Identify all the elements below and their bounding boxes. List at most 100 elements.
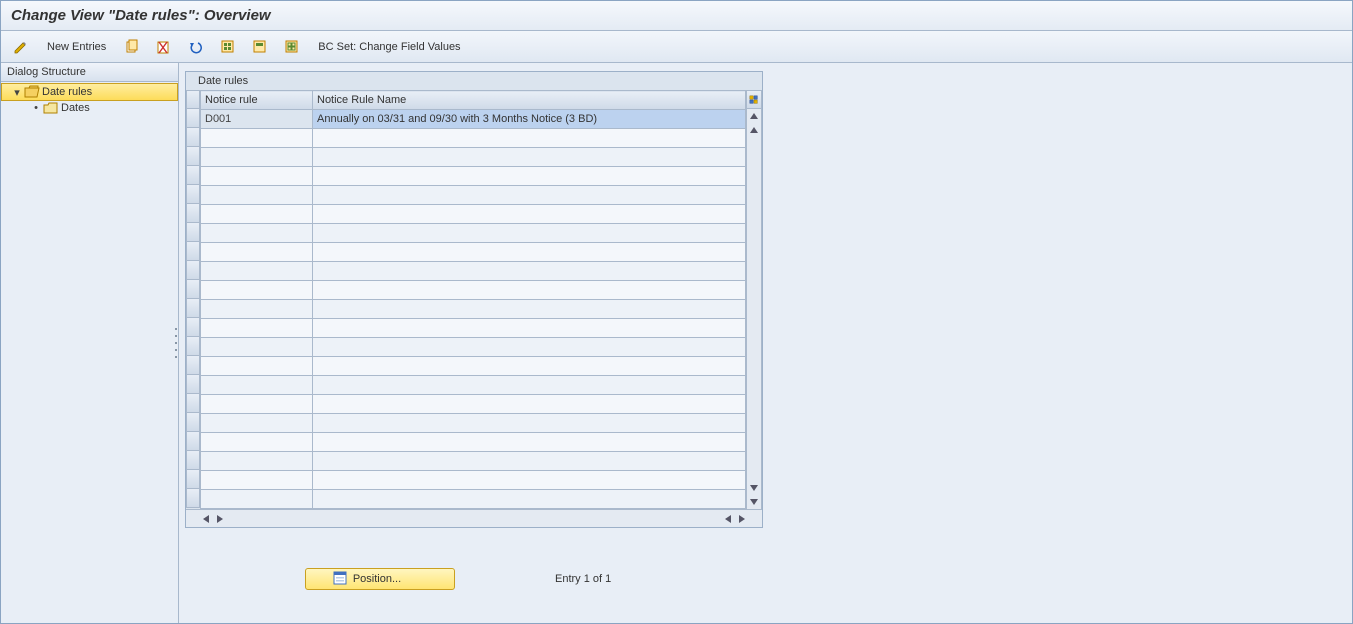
- cell-empty[interactable]: [313, 148, 746, 167]
- table-row[interactable]: [201, 129, 746, 148]
- row-selector[interactable]: [186, 337, 200, 356]
- row-selector[interactable]: [186, 470, 200, 489]
- table-row[interactable]: [201, 262, 746, 281]
- cell-empty[interactable]: [313, 300, 746, 319]
- new-entries-button[interactable]: New Entries: [41, 36, 112, 58]
- cell-empty[interactable]: [201, 300, 313, 319]
- scroll-up-icon[interactable]: [747, 109, 761, 123]
- cell-empty[interactable]: [201, 262, 313, 281]
- cell-empty[interactable]: [313, 433, 746, 452]
- row-selector[interactable]: [186, 204, 200, 223]
- row-selector[interactable]: [186, 223, 200, 242]
- cell-notice-rule[interactable]: D001: [201, 110, 313, 129]
- cell-empty[interactable]: [313, 414, 746, 433]
- deselect-all-button[interactable]: [280, 36, 304, 58]
- cell-empty[interactable]: [201, 281, 313, 300]
- row-selector[interactable]: [186, 394, 200, 413]
- row-selector[interactable]: [186, 356, 200, 375]
- table-row[interactable]: [201, 167, 746, 186]
- table-row[interactable]: [201, 414, 746, 433]
- row-selector-header[interactable]: [186, 90, 200, 109]
- table-row[interactable]: [201, 243, 746, 262]
- row-selector[interactable]: [186, 261, 200, 280]
- toggle-display-change-button[interactable]: [9, 36, 33, 58]
- scroll-up-icon[interactable]: [747, 123, 761, 137]
- row-selector[interactable]: [186, 147, 200, 166]
- cell-empty[interactable]: [201, 148, 313, 167]
- tree-item-dates[interactable]: • Dates: [1, 100, 178, 116]
- cell-empty[interactable]: [201, 357, 313, 376]
- row-selector[interactable]: [186, 375, 200, 394]
- cell-empty[interactable]: [201, 490, 313, 509]
- row-selector[interactable]: [186, 280, 200, 299]
- cell-empty[interactable]: [201, 395, 313, 414]
- table-row[interactable]: [201, 452, 746, 471]
- cell-empty[interactable]: [313, 471, 746, 490]
- undo-change-button[interactable]: [184, 36, 208, 58]
- table-row[interactable]: [201, 224, 746, 243]
- row-selector[interactable]: [186, 128, 200, 147]
- table-row[interactable]: [201, 186, 746, 205]
- table-row[interactable]: [201, 395, 746, 414]
- cell-empty[interactable]: [313, 395, 746, 414]
- copy-as-button[interactable]: [120, 36, 144, 58]
- row-selector[interactable]: [186, 242, 200, 261]
- cell-empty[interactable]: [201, 243, 313, 262]
- row-selector[interactable]: [186, 413, 200, 432]
- scroll-down-icon[interactable]: [747, 495, 761, 509]
- cell-empty[interactable]: [201, 167, 313, 186]
- cell-empty[interactable]: [313, 205, 746, 224]
- scroll-left-icon[interactable]: [200, 513, 212, 525]
- cell-empty[interactable]: [313, 262, 746, 281]
- scroll-right-icon[interactable]: [736, 513, 748, 525]
- cell-empty[interactable]: [313, 376, 746, 395]
- scroll-right-icon[interactable]: [214, 513, 226, 525]
- row-selector[interactable]: [186, 451, 200, 470]
- tree-expander-icon[interactable]: ▾: [12, 86, 22, 99]
- cell-empty[interactable]: [201, 376, 313, 395]
- column-header-notice-rule[interactable]: Notice rule: [201, 91, 313, 110]
- tree-item-date-rules[interactable]: ▾ Date rules: [1, 83, 178, 101]
- cell-empty[interactable]: [201, 186, 313, 205]
- row-selector[interactable]: [186, 432, 200, 451]
- row-selector[interactable]: [186, 166, 200, 185]
- cell-empty[interactable]: [313, 490, 746, 509]
- position-button[interactable]: Position...: [305, 568, 455, 590]
- cell-empty[interactable]: [313, 452, 746, 471]
- bc-set-change-field-values-button[interactable]: BC Set: Change Field Values: [312, 36, 466, 58]
- cell-empty[interactable]: [201, 471, 313, 490]
- table-row[interactable]: [201, 319, 746, 338]
- cell-empty[interactable]: [201, 129, 313, 148]
- row-selector[interactable]: [186, 489, 200, 508]
- cell-empty[interactable]: [313, 224, 746, 243]
- cell-empty[interactable]: [201, 452, 313, 471]
- cell-empty[interactable]: [201, 205, 313, 224]
- cell-empty[interactable]: [313, 167, 746, 186]
- cell-empty[interactable]: [201, 414, 313, 433]
- cell-empty[interactable]: [201, 433, 313, 452]
- table-row[interactable]: [201, 205, 746, 224]
- horizontal-scrollbar[interactable]: [186, 509, 762, 527]
- cell-empty[interactable]: [201, 319, 313, 338]
- cell-empty[interactable]: [313, 319, 746, 338]
- table-row[interactable]: [201, 281, 746, 300]
- table-settings-button[interactable]: [746, 90, 762, 109]
- cell-empty[interactable]: [313, 243, 746, 262]
- table-row[interactable]: [201, 357, 746, 376]
- select-all-button[interactable]: [216, 36, 240, 58]
- scroll-left-icon[interactable]: [722, 513, 734, 525]
- select-block-button[interactable]: [248, 36, 272, 58]
- table-row[interactable]: [201, 490, 746, 509]
- table-row[interactable]: [201, 148, 746, 167]
- table-row[interactable]: [201, 300, 746, 319]
- cell-empty[interactable]: [313, 129, 746, 148]
- table-row[interactable]: [201, 471, 746, 490]
- row-selector[interactable]: [186, 299, 200, 318]
- splitter-handle[interactable]: [173, 323, 179, 363]
- row-selector[interactable]: [186, 318, 200, 337]
- cell-empty[interactable]: [201, 338, 313, 357]
- column-header-notice-rule-name[interactable]: Notice Rule Name: [313, 91, 746, 110]
- row-selector[interactable]: [186, 109, 200, 128]
- vertical-scrollbar[interactable]: [746, 109, 762, 509]
- cell-empty[interactable]: [313, 338, 746, 357]
